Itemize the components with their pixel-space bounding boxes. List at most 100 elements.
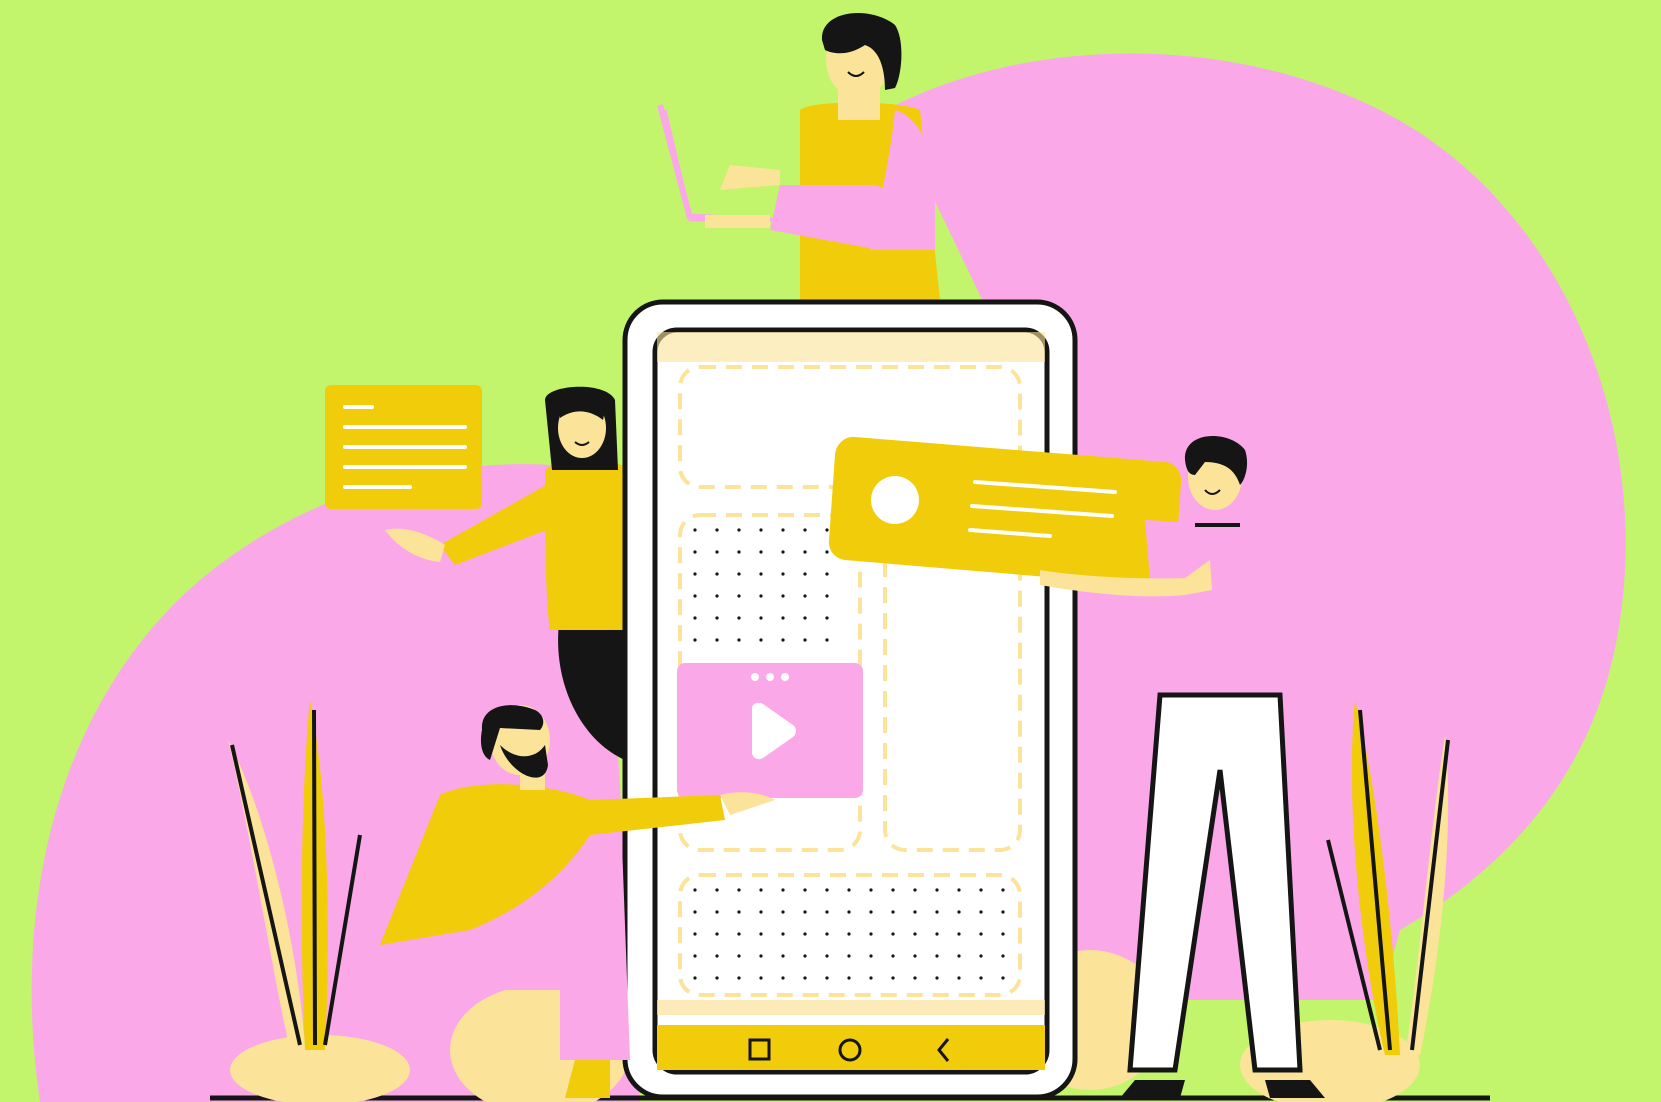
pattern-dot xyxy=(979,888,983,892)
pattern-dot xyxy=(693,888,697,892)
pattern-dot xyxy=(781,572,785,576)
man-with-laptop xyxy=(657,12,940,300)
pattern-dot xyxy=(913,976,917,980)
pattern-dot xyxy=(891,954,895,958)
pattern-dot xyxy=(693,954,697,958)
pattern-dot xyxy=(803,550,807,554)
pattern-dot xyxy=(847,932,851,936)
pattern-dot xyxy=(693,572,697,576)
pattern-dot xyxy=(869,976,873,980)
pattern-dot xyxy=(759,638,763,642)
pattern-dot xyxy=(825,888,829,892)
pattern-dot xyxy=(715,528,719,532)
pattern-dot xyxy=(737,528,741,532)
pattern-dot xyxy=(825,910,829,914)
pattern-dot xyxy=(891,976,895,980)
pattern-dot xyxy=(759,910,763,914)
pattern-dot xyxy=(781,638,785,642)
pattern-dot xyxy=(781,528,785,532)
pattern-dot xyxy=(715,594,719,598)
video-card xyxy=(677,663,863,798)
pattern-dot xyxy=(847,976,851,980)
pattern-dot xyxy=(737,910,741,914)
pattern-dot xyxy=(803,638,807,642)
pattern-dot xyxy=(737,550,741,554)
pattern-dot xyxy=(803,528,807,532)
pattern-dot xyxy=(693,910,697,914)
pattern-dot xyxy=(1001,954,1005,958)
pattern-dot xyxy=(869,910,873,914)
dot xyxy=(766,673,774,681)
pattern-dot xyxy=(935,888,939,892)
dot xyxy=(751,673,759,681)
pattern-dot xyxy=(803,910,807,914)
pattern-dot xyxy=(803,572,807,576)
pattern-dot xyxy=(979,932,983,936)
pattern-dot xyxy=(781,910,785,914)
pattern-dot xyxy=(913,954,917,958)
pattern-dot xyxy=(803,954,807,958)
pattern-dot xyxy=(869,932,873,936)
pattern-dot xyxy=(759,528,763,532)
pattern-dot xyxy=(715,638,719,642)
pattern-dot xyxy=(847,954,851,958)
pattern-dot xyxy=(715,932,719,936)
pattern-dot xyxy=(759,954,763,958)
pattern-dot xyxy=(759,594,763,598)
pattern-dot xyxy=(759,976,763,980)
pattern-dot xyxy=(781,954,785,958)
pattern-dot xyxy=(737,594,741,598)
pattern-dot xyxy=(693,976,697,980)
pattern-dot xyxy=(869,954,873,958)
pattern-dot xyxy=(781,976,785,980)
pattern-dot xyxy=(979,954,983,958)
pattern-dot xyxy=(825,594,829,598)
pattern-dot xyxy=(935,932,939,936)
pattern-dot xyxy=(781,550,785,554)
pattern-dot xyxy=(935,976,939,980)
pattern-dot xyxy=(803,616,807,620)
pattern-dot xyxy=(957,888,961,892)
pattern-dot xyxy=(869,888,873,892)
pattern-dot xyxy=(759,616,763,620)
pattern-dot xyxy=(847,910,851,914)
pattern-dot xyxy=(891,888,895,892)
pattern-dot xyxy=(737,932,741,936)
pattern-dot xyxy=(935,954,939,958)
pattern-dot xyxy=(759,550,763,554)
pattern-dot xyxy=(803,888,807,892)
pattern-dot xyxy=(715,572,719,576)
pattern-dot xyxy=(913,932,917,936)
pattern-dot xyxy=(715,616,719,620)
pattern-dot xyxy=(957,932,961,936)
pattern-dot xyxy=(693,638,697,642)
pattern-dot xyxy=(825,528,829,532)
pattern-dot xyxy=(1001,888,1005,892)
pattern-dot xyxy=(737,954,741,958)
pattern-dot xyxy=(1001,932,1005,936)
pattern-dot xyxy=(825,572,829,576)
pattern-dot xyxy=(913,910,917,914)
pattern-dot xyxy=(957,954,961,958)
pattern-dot xyxy=(693,616,697,620)
pattern-dot xyxy=(803,976,807,980)
pattern-dot xyxy=(781,594,785,598)
pattern-dot xyxy=(759,932,763,936)
pattern-dot xyxy=(979,976,983,980)
pattern-dot xyxy=(1001,976,1005,980)
pattern-dot xyxy=(781,616,785,620)
pattern-dot xyxy=(759,888,763,892)
pattern-dot xyxy=(693,932,697,936)
pattern-dot xyxy=(825,550,829,554)
pattern-dot xyxy=(737,888,741,892)
pattern-dot xyxy=(781,888,785,892)
pattern-dot xyxy=(715,550,719,554)
pattern-dot xyxy=(715,954,719,958)
pattern-dot xyxy=(825,638,829,642)
pattern-dot xyxy=(803,594,807,598)
pattern-dot xyxy=(825,616,829,620)
pattern-dot xyxy=(715,910,719,914)
pattern-dot xyxy=(803,932,807,936)
avatar-circle-icon xyxy=(871,476,919,524)
pattern-dot xyxy=(979,910,983,914)
